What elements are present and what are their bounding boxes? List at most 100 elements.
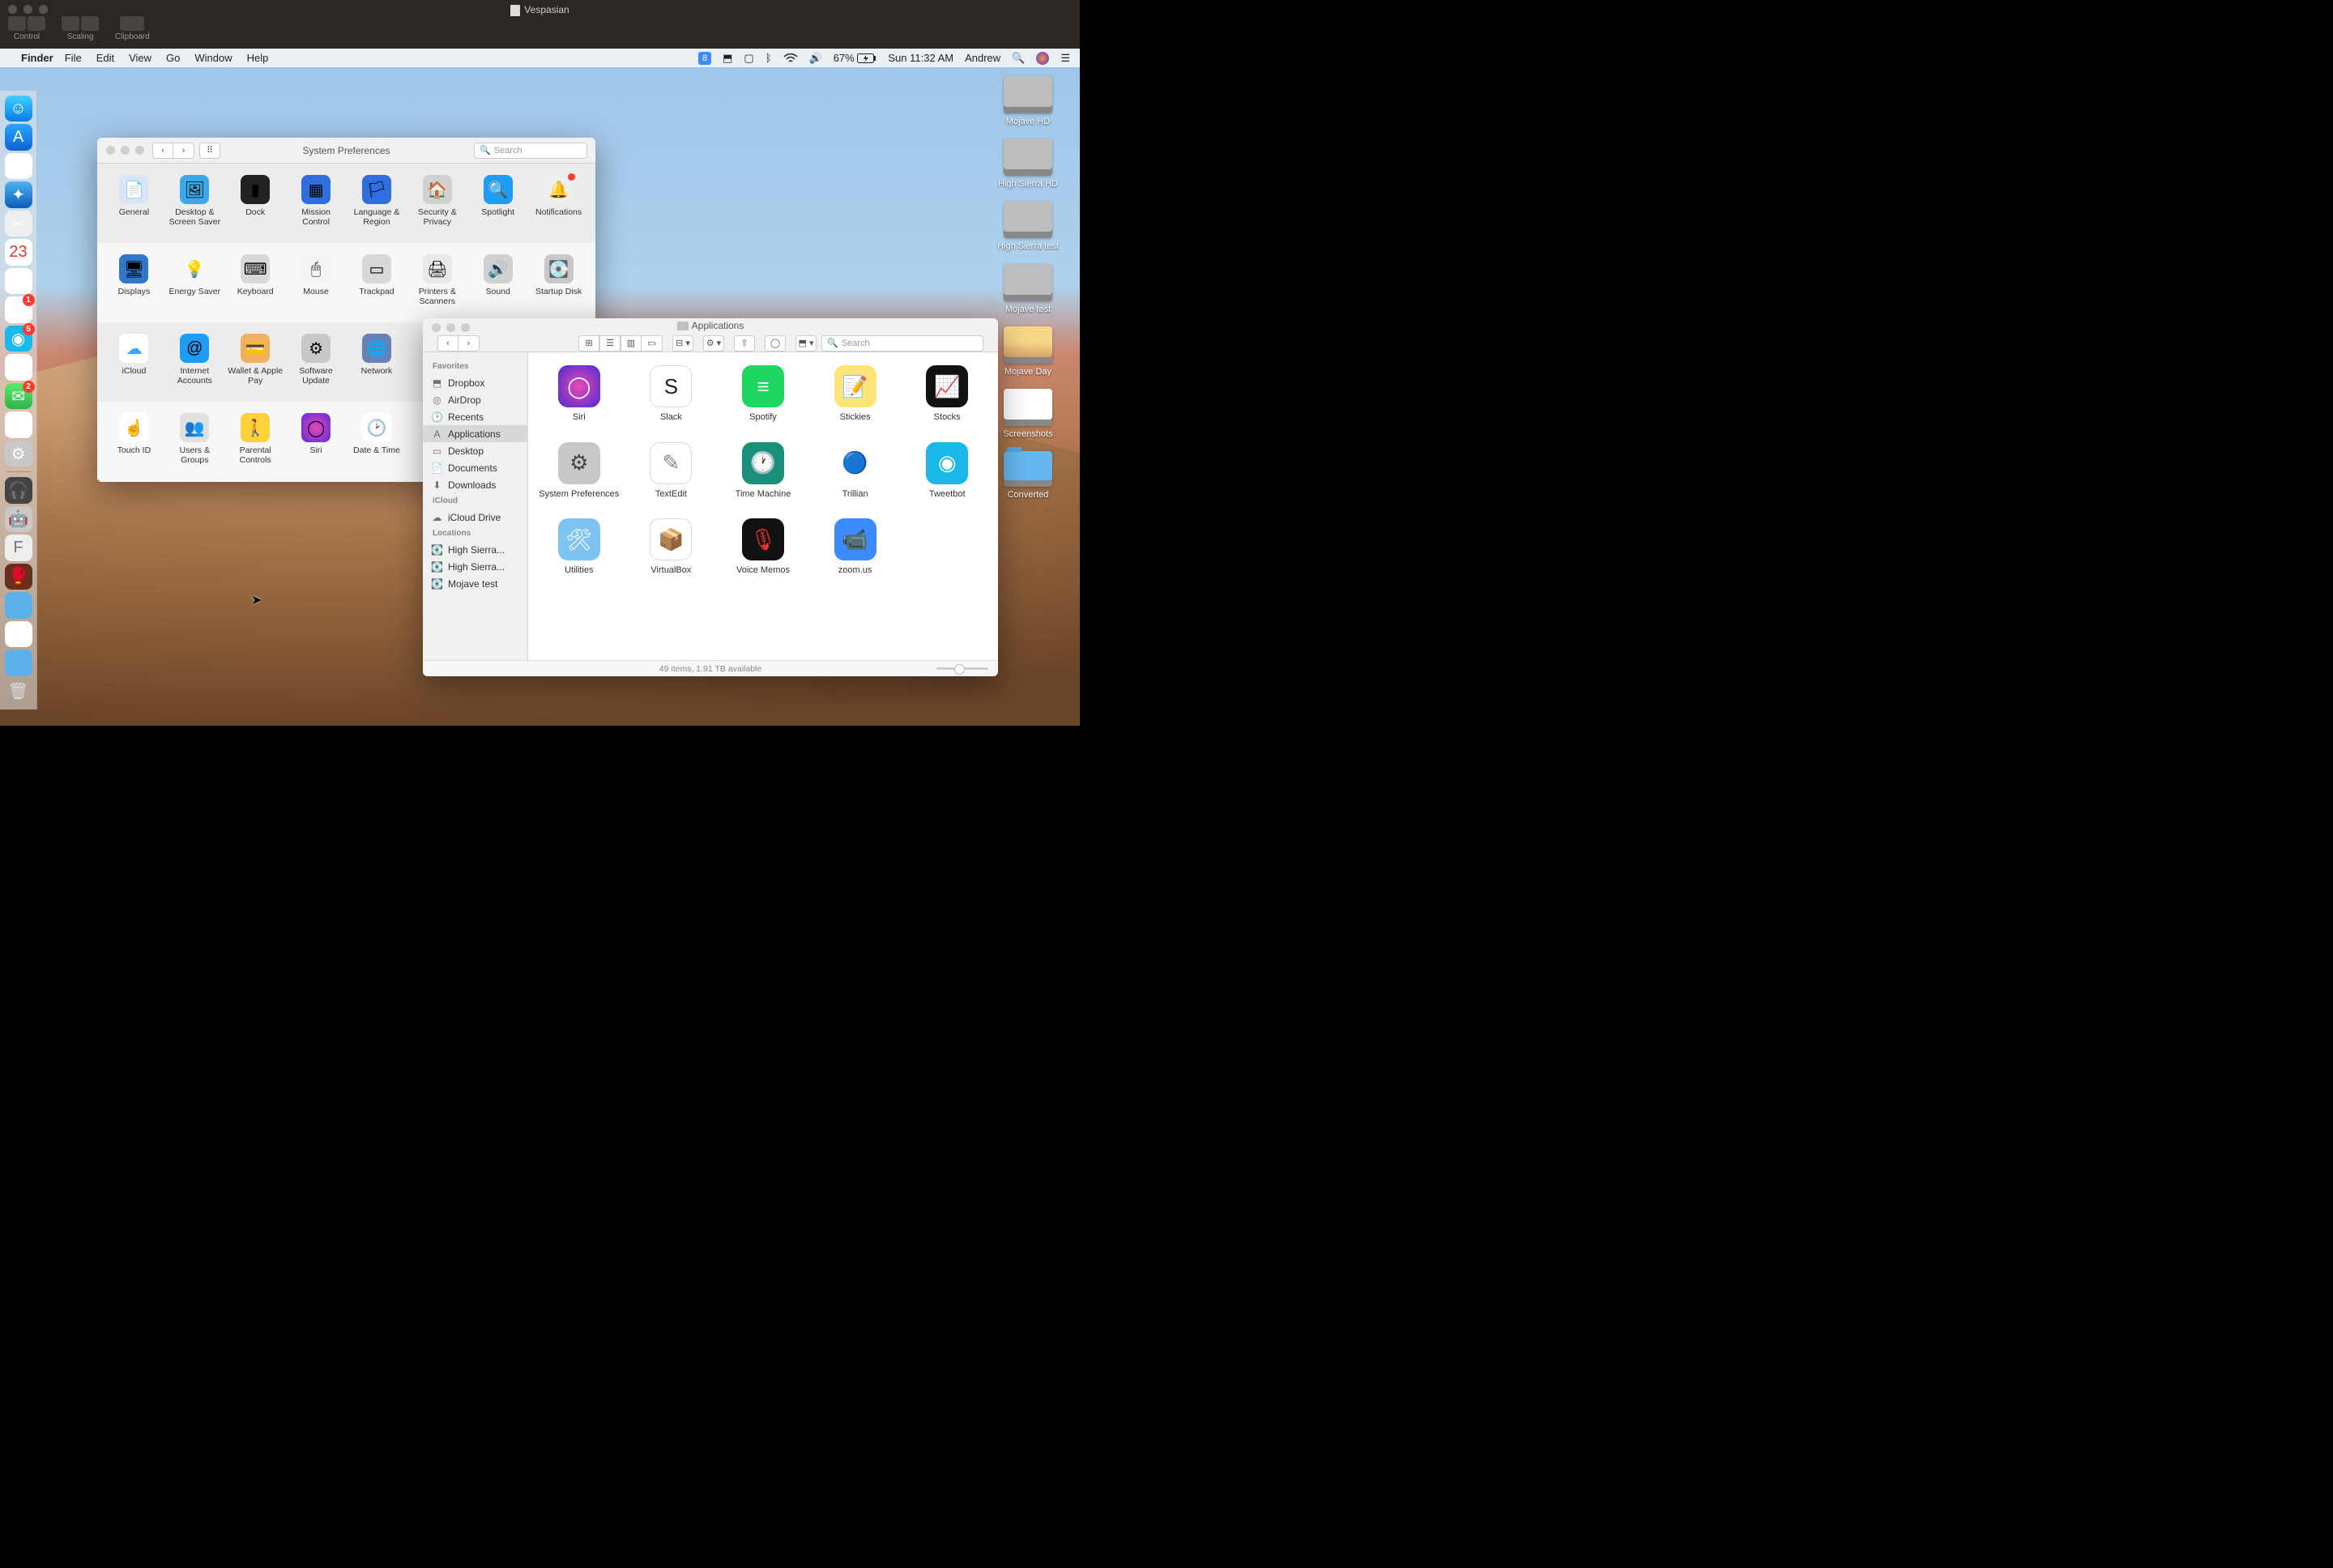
vnc-scaling-tool[interactable]: Scaling [62, 16, 99, 41]
dock-folder1[interactable] [5, 592, 32, 618]
dock-calendar[interactable]: 23 [5, 239, 32, 265]
sysprefs-search[interactable]: 🔍Search [474, 143, 587, 159]
app-siri[interactable]: ◯Siri [536, 365, 622, 423]
notification-center-icon[interactable]: ☰ [1060, 52, 1070, 65]
pref-software-update[interactable]: ⚙Software Update [286, 330, 347, 389]
sidebar-dropbox[interactable]: ⬒Dropbox [423, 374, 527, 391]
sidebar-mojave-test[interactable]: 💽Mojave test [423, 575, 527, 592]
desktop-mojave-test[interactable]: Mojave test [991, 264, 1065, 315]
dock-finder[interactable]: ☺ [5, 96, 32, 121]
battery-status[interactable]: 67% [834, 52, 877, 64]
dock-safari[interactable]: ✦ [5, 181, 32, 207]
view-buttons[interactable]: ⊞ ☰ ▥ ▭ [578, 335, 663, 352]
app-stickies[interactable]: 📝Stickies [812, 365, 898, 423]
pref-touch-id[interactable]: ☝Touch ID [104, 410, 164, 468]
menu-view[interactable]: View [129, 52, 151, 64]
sidebar-recents[interactable]: 🕑Recents [423, 408, 527, 425]
pref-icloud[interactable]: ☁iCloud [104, 330, 164, 389]
wifi-icon[interactable] [783, 53, 798, 63]
app-menu[interactable]: Finder [21, 52, 53, 64]
menubar-app-icon[interactable]: 8 [698, 52, 711, 65]
desktop-converted[interactable]: Converted [991, 451, 1065, 501]
pref-displays[interactable]: 🖥Displays [104, 251, 164, 309]
traffic-lights[interactable] [106, 146, 144, 155]
share-button[interactable]: ⇧ [734, 335, 755, 352]
pref-spotlight[interactable]: 🔍Spotlight [467, 172, 528, 230]
pref-mouse[interactable]: 🖱Mouse [286, 251, 347, 309]
pref-internet-accounts[interactable]: @Internet Accounts [164, 330, 225, 389]
forward-button[interactable]: › [173, 143, 194, 159]
sidebar-icloud-drive[interactable]: ☁iCloud Drive [423, 509, 527, 526]
forward-button[interactable]: › [458, 335, 480, 352]
spotlight-icon[interactable]: 🔍 [1012, 52, 1025, 65]
pref-desktop-screensaver[interactable]: 🖼Desktop & Screen Saver [164, 172, 225, 230]
user-name[interactable]: Andrew [965, 52, 1000, 64]
nav-buttons[interactable]: ‹› [437, 335, 480, 352]
dropbox-icon[interactable]: ⬒ [723, 52, 732, 65]
menu-edit[interactable]: Edit [96, 52, 114, 64]
action-button[interactable]: ⚙ ▾ [703, 335, 724, 352]
sysprefs-titlebar[interactable]: ‹› ⠿ System Preferences 🔍Search [97, 138, 595, 164]
app-system-preferences[interactable]: ⚙System Preferences [536, 442, 622, 500]
dock-folder3[interactable] [5, 650, 32, 675]
dock-messages[interactable]: ✉2 [5, 383, 32, 409]
pref-keyboard[interactable]: ⌨Keyboard [225, 251, 286, 309]
desktop-mojave-day[interactable]: Mojave Day [991, 326, 1065, 377]
desktop-high-sierra-test[interactable]: High Sierra test [991, 201, 1065, 252]
clock[interactable]: Sun 11:32 AM [888, 52, 953, 64]
vnc-clipboard-tool[interactable]: Clipboard [115, 16, 150, 41]
sidebar-applications[interactable]: AApplications [423, 425, 527, 442]
dock-trash[interactable]: 🗑 [5, 679, 32, 705]
pref-wallet-apple-pay[interactable]: 💳Wallet & Apple Pay [225, 330, 286, 389]
finder-search[interactable]: 🔍Search [821, 335, 983, 352]
app-trillian[interactable]: 🔵Trillian [812, 442, 898, 500]
airplay-icon[interactable]: ▢ [744, 52, 753, 65]
desktop-mojave-hd[interactable]: Mojave HD [991, 76, 1065, 127]
sidebar-airdrop[interactable]: ◎AirDrop [423, 391, 527, 408]
app-tweetbot[interactable]: ◉Tweetbot [904, 442, 990, 500]
finder-titlebar[interactable]: Applications ‹› ⊞ ☰ ▥ ▭ ⊟ ▾ ⚙ ▾ ⇧ ◯ ⬒ ▾ … [423, 318, 998, 352]
app-slack[interactable]: SSlack [629, 365, 714, 423]
dock-font-book[interactable]: F [5, 535, 32, 560]
vnc-control-tool[interactable]: Control [8, 16, 45, 41]
gallery-view-button[interactable]: ▭ [642, 335, 663, 352]
sidebar-high-sierra-2[interactable]: 💽High Sierra... [423, 558, 527, 575]
dock-folder2[interactable] [5, 621, 32, 647]
app-voice-memos[interactable]: 🎙Voice Memos [720, 518, 806, 576]
app-spotify[interactable]: ≡Spotify [720, 365, 806, 423]
siri-icon[interactable] [1036, 52, 1049, 65]
back-button[interactable]: ‹ [152, 143, 173, 159]
arrange-button[interactable]: ⊟ ▾ [672, 335, 693, 352]
dock-itunes[interactable]: ♪ [5, 411, 32, 437]
traffic-lights[interactable] [432, 323, 470, 332]
menu-help[interactable]: Help [247, 52, 269, 64]
app-time-machine[interactable]: 🕐Time Machine [720, 442, 806, 500]
pref-mission-control[interactable]: ▦Mission Control [286, 172, 347, 230]
dock-chrome[interactable]: ◯ [5, 153, 32, 179]
pref-network[interactable]: 🌐Network [347, 330, 407, 389]
pref-dock[interactable]: ▮Dock [225, 172, 286, 230]
sidebar-downloads[interactable]: ⬇Downloads [423, 476, 527, 493]
back-button[interactable]: ‹ [437, 335, 458, 352]
dock-reminders[interactable]: ☰ [5, 268, 32, 294]
app-virtualbox[interactable]: 📦VirtualBox [629, 518, 714, 576]
dock-app-store[interactable]: A [5, 124, 32, 150]
pref-siri[interactable]: ◯Siri [286, 410, 347, 468]
pref-sound[interactable]: 🔊Sound [467, 251, 528, 309]
app-zoom[interactable]: 📹zoom.us [812, 518, 898, 576]
menu-go[interactable]: Go [166, 52, 180, 64]
pref-security-privacy[interactable]: 🏠Security & Privacy [407, 172, 467, 230]
desktop[interactable]: Finder File Edit View Go Window Help 8 ⬒… [0, 49, 1080, 726]
dock-game[interactable]: 🥊 [5, 564, 32, 590]
app-utilities[interactable]: 🛠Utilities [536, 518, 622, 576]
dock-photos[interactable]: ✿ [5, 354, 32, 380]
pref-date-time[interactable]: 🕑Date & Time [347, 410, 407, 468]
pref-energy-saver[interactable]: 💡Energy Saver [164, 251, 225, 309]
dock-slack[interactable]: §1 [5, 296, 32, 322]
sidebar-desktop[interactable]: ▭Desktop [423, 442, 527, 459]
desktop-high-sierra-hd[interactable]: High Sierra HD [991, 138, 1065, 190]
nav-buttons[interactable]: ‹› [152, 143, 194, 159]
column-view-button[interactable]: ▥ [621, 335, 642, 352]
dock-system-preferences[interactable]: ⚙ [5, 441, 32, 467]
menu-window[interactable]: Window [194, 52, 232, 64]
